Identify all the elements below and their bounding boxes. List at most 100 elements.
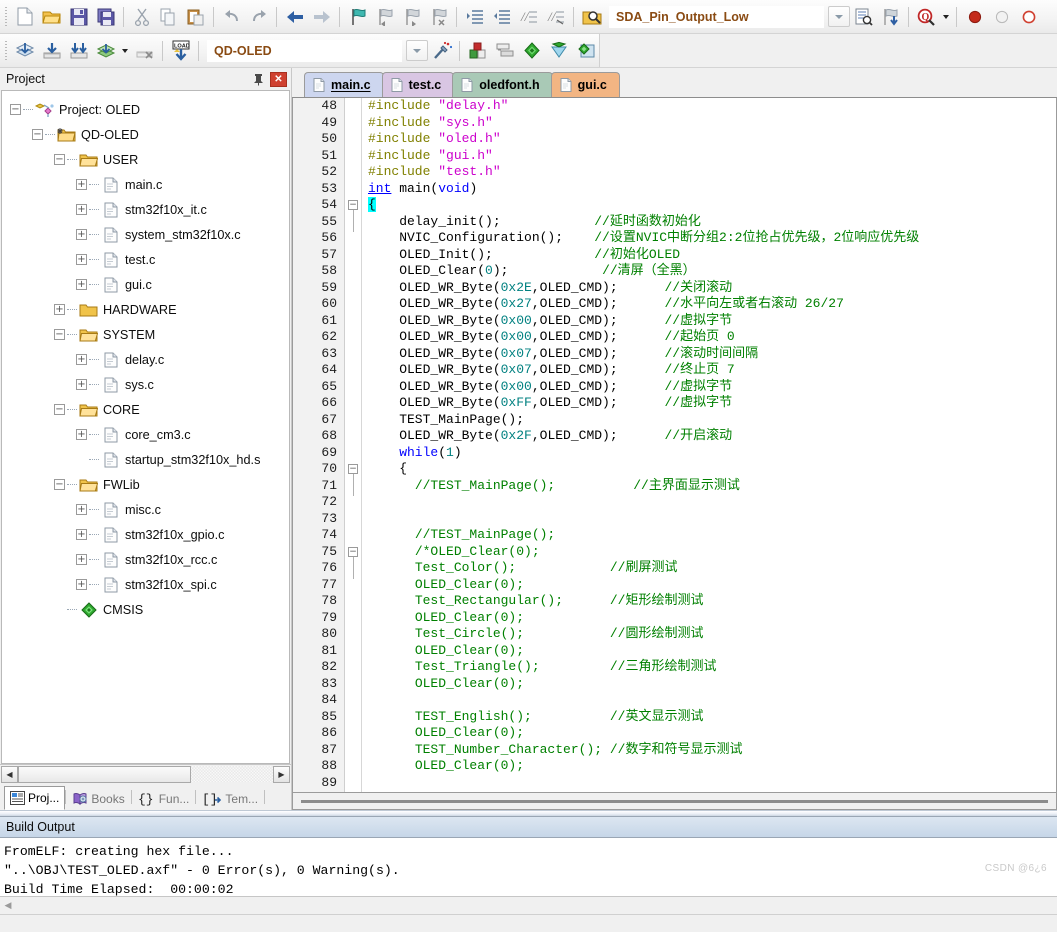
configuration-wizard-dropdown-icon[interactable] [940, 4, 952, 30]
expand-toggle-icon[interactable]: + [54, 304, 65, 315]
indent-icon[interactable] [461, 4, 488, 30]
code-line[interactable] [362, 494, 1056, 511]
tab-project[interactable]: Proj... [4, 786, 66, 810]
find-combo-arrow-icon[interactable] [828, 6, 850, 27]
next-bookmark-icon[interactable] [398, 4, 425, 30]
collapse-toggle-icon[interactable]: − [54, 404, 65, 415]
collapse-toggle-icon[interactable]: − [54, 479, 65, 490]
find-in-files-icon[interactable] [578, 4, 605, 30]
tree-item-delay-c[interactable]: + delay.c [10, 347, 289, 372]
code-line[interactable]: OLED_WR_Byte(0x27,OLED_CMD); //水平向左或者右滚动… [362, 296, 1056, 313]
expand-toggle-icon[interactable]: + [76, 254, 87, 265]
stop-build-icon[interactable] [131, 38, 158, 64]
insert-bookmark-icon[interactable] [344, 4, 371, 30]
code-line[interactable]: Test_Circle(); //圆形绘制测试 [362, 626, 1056, 643]
code-line[interactable]: Test_Color(); //刷屏测试 [362, 560, 1056, 577]
target-combo[interactable]: QD-OLED [207, 39, 402, 62]
code-line[interactable]: //TEST_MainPage(); //主界面显示测试 [362, 478, 1056, 495]
code-line[interactable]: OLED_WR_Byte(0x00,OLED_CMD); //虚拟字节 [362, 313, 1056, 330]
code-folding-gutter[interactable]: − − − [345, 98, 362, 792]
code-line[interactable]: #include "gui.h" [362, 148, 1056, 165]
pin-icon[interactable] [250, 71, 266, 87]
project-scroll-track[interactable] [18, 766, 273, 783]
code-line[interactable]: { [362, 461, 1056, 478]
bookmark-jump-icon[interactable] [877, 4, 904, 30]
code-line[interactable]: OLED_Clear(0); [362, 610, 1056, 627]
editor-tab-gui-c[interactable]: gui.c [550, 72, 620, 97]
fold-marker[interactable]: − [345, 197, 361, 232]
expand-toggle-icon[interactable]: + [76, 379, 87, 390]
fold-collapse-icon[interactable]: − [348, 464, 358, 474]
code-line[interactable]: Test_Triangle(); //三角形绘制测试 [362, 659, 1056, 676]
toolbar-grip[interactable] [2, 4, 9, 29]
code-line[interactable]: { [362, 197, 1056, 214]
project-scroll-thumb[interactable] [18, 766, 192, 783]
code-line[interactable]: #include "oled.h" [362, 131, 1056, 148]
select-software-packs-icon[interactable] [572, 38, 599, 64]
navigate-backward-icon[interactable] [281, 4, 308, 30]
fold-marker[interactable]: − [345, 544, 361, 579]
expand-toggle-icon[interactable]: + [76, 354, 87, 365]
editor-hscrollbar[interactable] [292, 793, 1057, 810]
tree-item-startup-stm32f10x-hd-s[interactable]: startup_stm32f10x_hd.s [10, 447, 289, 472]
download-icon[interactable]: LOAD [167, 38, 194, 64]
code-line[interactable]: #include "delay.h" [362, 98, 1056, 115]
expand-toggle-icon[interactable]: + [76, 579, 87, 590]
tree-item-system[interactable]: − SYSTEM [10, 322, 289, 347]
collapse-toggle-icon[interactable]: − [10, 104, 21, 115]
manage-project-items-icon[interactable] [464, 38, 491, 64]
expand-toggle-icon[interactable]: + [76, 229, 87, 240]
code-line[interactable]: #include "test.h" [362, 164, 1056, 181]
code-line[interactable]: Test_Rectangular(); //矩形绘制测试 [362, 593, 1056, 610]
code-line[interactable]: OLED_WR_Byte(0x00,OLED_CMD); //起始页 0 [362, 329, 1056, 346]
navigate-forward-icon[interactable] [308, 4, 335, 30]
code-line[interactable]: TEST_Number_Character(); //数字和符号显示测试 [362, 742, 1056, 759]
horizontal-splitter[interactable] [0, 810, 1057, 817]
manage-run-time-env-icon[interactable] [545, 38, 572, 64]
target-options-icon[interactable] [428, 38, 455, 64]
configuration-wizard-icon[interactable]: Q [913, 4, 940, 30]
code-line[interactable]: OLED_Clear(0); //清屏（全黑） [362, 263, 1056, 280]
expand-toggle-icon[interactable]: + [76, 554, 87, 565]
tree-item-stm32f10x-it-c[interactable]: + stm32f10x_it.c [10, 197, 289, 222]
code-line[interactable]: int main(void) [362, 181, 1056, 198]
fold-collapse-icon[interactable]: − [348, 200, 358, 210]
rebuild-icon[interactable] [65, 38, 92, 64]
expand-toggle-icon[interactable]: + [76, 529, 87, 540]
previous-bookmark-icon[interactable] [371, 4, 398, 30]
pack-installer-icon[interactable] [518, 38, 545, 64]
translate-icon[interactable] [11, 38, 38, 64]
batch-build-icon[interactable] [92, 38, 119, 64]
code-line[interactable] [362, 511, 1056, 528]
expand-toggle-icon[interactable]: + [76, 279, 87, 290]
save-all-icon[interactable] [92, 4, 119, 30]
find-combo[interactable]: SDA_Pin_Output_Low [609, 5, 824, 28]
copy-icon[interactable] [155, 4, 182, 30]
code-line[interactable]: OLED_Clear(0); [362, 643, 1056, 660]
code-line[interactable]: delay_init(); //延时函数初始化 [362, 214, 1056, 231]
tree-item-stm32f10x-gpio-c[interactable]: + stm32f10x_gpio.c [10, 522, 289, 547]
code-line[interactable]: /*OLED_Clear(0); [362, 544, 1056, 561]
code-line[interactable]: //TEST_MainPage(); [362, 527, 1056, 544]
tree-item-fwlib[interactable]: − FWLib [10, 472, 289, 497]
clear-bookmarks-icon[interactable] [425, 4, 452, 30]
find-in-files-button-icon[interactable] [850, 4, 877, 30]
tab-books[interactable]: Books [66, 788, 130, 810]
code-line[interactable]: OLED_WR_Byte(0xFF,OLED_CMD); //虚拟字节 [362, 395, 1056, 412]
tree-item-gui-c[interactable]: + gui.c [10, 272, 289, 297]
code-line[interactable]: OLED_Clear(0); [362, 676, 1056, 693]
code-text[interactable]: #include "delay.h" #include "sys.h" #inclu… [362, 98, 1056, 792]
build-icon[interactable] [38, 38, 65, 64]
code-line[interactable]: TEST_MainPage(); [362, 412, 1056, 429]
tab-templates[interactable]: [] Tem... [196, 788, 264, 810]
manage-multi-project-icon[interactable] [491, 38, 518, 64]
paste-icon[interactable] [182, 4, 209, 30]
build-toolbar-grip[interactable] [2, 38, 9, 63]
collapse-toggle-icon[interactable]: − [54, 154, 65, 165]
undo-icon[interactable] [218, 4, 245, 30]
code-line[interactable]: OLED_WR_Byte(0x07,OLED_CMD); //终止页 7 [362, 362, 1056, 379]
editor-tab-oledfont-h[interactable]: oledfont.h [452, 72, 553, 97]
batch-build-dropdown-icon[interactable] [119, 38, 131, 64]
outdent-icon[interactable] [488, 4, 515, 30]
tree-item-system-stm32f10x-c[interactable]: + system_stm32f10x.c [10, 222, 289, 247]
